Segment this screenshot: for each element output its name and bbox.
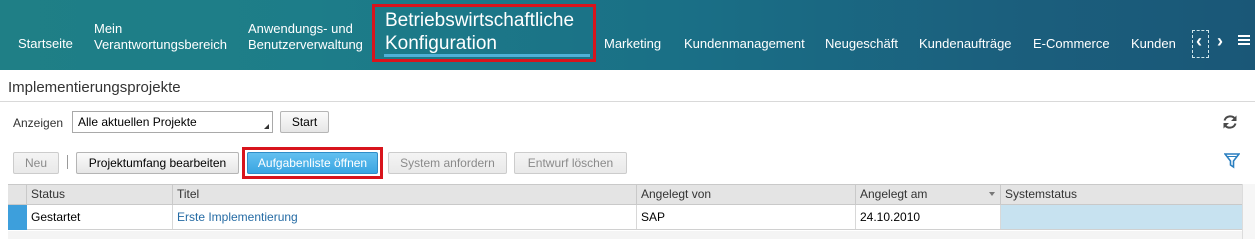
new-button[interactable]: Neu	[13, 152, 59, 174]
nav-tab-kundenauftraege[interactable]: Kundenaufträge	[919, 36, 1012, 52]
page-title: Implementierungsprojekte	[8, 79, 181, 96]
cell-created-by: SAP	[637, 205, 856, 229]
nav-tab-kundenmanagement[interactable]: Kundenmanagement	[684, 36, 805, 52]
nav-tab-marketing[interactable]: Marketing	[604, 36, 661, 52]
nav-tab-label: Anwendungs- und	[248, 21, 353, 36]
highlight-frame	[242, 147, 383, 179]
column-header-created-by[interactable]: Angelegt von	[637, 185, 856, 204]
column-header-label: Angelegt am	[860, 187, 928, 201]
nav-tab-mein-verantwortungsbereich[interactable]: Mein Verantwortungsbereich	[94, 21, 227, 53]
delete-draft-button[interactable]: Entwurf löschen	[514, 152, 627, 174]
column-header-status[interactable]: Status	[27, 185, 173, 204]
toolbar-separator	[67, 155, 68, 169]
table-header: Status Titel Angelegt von Angelegt am Sy…	[8, 184, 1242, 205]
nav-tab-label: Kunden	[1131, 36, 1176, 51]
nav-prev-icon[interactable]: ‹	[1196, 32, 1202, 50]
nav-tab-label: E-Commerce	[1033, 36, 1110, 51]
nav-tab-startseite[interactable]: Startseite	[18, 36, 73, 52]
project-filter-select[interactable]: Alle aktuellen Projekte	[72, 111, 273, 133]
column-header-created-on[interactable]: Angelegt am	[856, 185, 1001, 204]
project-filter-value: Alle aktuellen Projekte	[78, 115, 197, 129]
nav-tab-label: Neugeschäft	[825, 36, 898, 51]
nav-tab-kunden-truncated[interactable]: Kunden	[1131, 36, 1189, 52]
cell-title-link[interactable]: Erste Implementierung	[173, 205, 637, 229]
sort-icon	[989, 192, 995, 196]
table-row[interactable]: Gestartet Erste Implementierung SAP 24.1…	[8, 205, 1242, 230]
nav-tab-label-line2: Benutzerverwaltung	[248, 37, 363, 52]
column-header-title[interactable]: Titel	[173, 185, 637, 204]
cell-created-on: 24.10.2010	[856, 205, 1001, 229]
nav-tab-label: Kundenaufträge	[919, 36, 1012, 51]
dropdown-caret-icon	[264, 124, 269, 129]
refresh-icon[interactable]	[1221, 113, 1239, 131]
filter-icon[interactable]	[1224, 153, 1240, 169]
table-footer-area	[8, 231, 1242, 239]
nav-tab-label: Betriebswirtschaftliche	[385, 10, 575, 31]
nav-tab-label: Kundenmanagement	[684, 36, 805, 51]
nav-tab-e-commerce[interactable]: E-Commerce	[1033, 36, 1110, 52]
nav-tab-label: Mein	[94, 21, 123, 36]
nav-tab-label-line2: Verantwortungsbereich	[94, 37, 227, 52]
nav-tab-anwendungs-und-benutzerverwaltung[interactable]: Anwendungs- und Benutzerverwaltung	[248, 21, 363, 53]
column-header-system-status[interactable]: Systemstatus	[1001, 185, 1242, 204]
nav-tab-label: Startseite	[18, 36, 73, 51]
cell-status: Gestartet	[27, 205, 173, 229]
start-button[interactable]: Start	[280, 111, 329, 133]
edit-project-scope-button[interactable]: Projektumfang bearbeiten	[76, 152, 239, 174]
filter-label: Anzeigen	[13, 116, 64, 130]
top-navigation-bar: Startseite Mein Verantwortungsbereich An…	[0, 0, 1255, 70]
cell-system-status	[1001, 205, 1242, 229]
vertical-scrollbar[interactable]	[1242, 184, 1255, 239]
nav-tab-label-line2: Konfiguration	[385, 33, 497, 54]
nav-next-icon[interactable]: ›	[1217, 32, 1223, 50]
nav-tab-label: Marketing	[604, 36, 662, 51]
row-selector-header[interactable]	[8, 185, 27, 204]
title-divider	[0, 101, 1255, 102]
nav-tab-neugeschaeft[interactable]: Neugeschäft	[825, 36, 898, 52]
request-system-button[interactable]: System anfordern	[388, 152, 507, 174]
active-tab-indicator	[384, 54, 590, 57]
nav-menu-icon[interactable]	[1238, 35, 1250, 46]
row-selector[interactable]	[8, 205, 27, 230]
